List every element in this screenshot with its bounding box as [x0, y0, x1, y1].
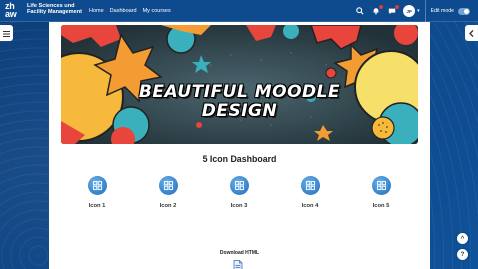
user-avatar[interactable]: JP — [403, 5, 416, 17]
nav-link-home[interactable]: Home — [89, 8, 104, 14]
grid-icon[interactable] — [158, 176, 178, 195]
dashboard-tile-4[interactable]: Icon 4 — [285, 176, 335, 209]
logo-line-2: aw — [5, 9, 17, 19]
top-navbar: zh aw Life Sciences und Facility Managem… — [0, 0, 478, 22]
chevron-left-icon — [469, 24, 474, 42]
grid-icon[interactable] — [300, 176, 320, 195]
bell-icon[interactable] — [371, 5, 384, 16]
file-download-icon[interactable] — [233, 259, 243, 269]
list-icon — [3, 24, 10, 42]
question-icon: ? — [460, 251, 465, 258]
dashboard-tile-label[interactable]: Icon 5 — [356, 203, 406, 209]
messages-icon[interactable] — [387, 5, 400, 16]
dashboard-tile-label[interactable]: Icon 1 — [72, 203, 122, 209]
dashboard-tile-label[interactable]: Icon 4 — [285, 203, 335, 209]
chevron-up-icon: ^ — [460, 235, 465, 242]
institute-name[interactable]: Life Sciences und Facility Management — [27, 3, 87, 15]
navbar-divider — [424, 0, 426, 22]
dashboard-tile-2[interactable]: Icon 2 — [143, 176, 193, 209]
grid-icon[interactable] — [229, 176, 249, 195]
edit-mode-label: Edit mode — [430, 8, 454, 14]
navbar-right: JP ▾ Edit mode — [355, 0, 478, 22]
nav-link-dashboard[interactable]: Dashboard — [110, 8, 137, 14]
banner-title-line-1: BEAUTIFUL MOODLE — [138, 82, 341, 102]
dashboard-tile-label[interactable]: Icon 3 — [214, 203, 264, 209]
zhaw-logo[interactable]: zh aw — [5, 2, 25, 20]
edit-mode-toggle[interactable] — [458, 7, 470, 15]
chevron-down-icon[interactable]: ▾ — [417, 8, 420, 14]
notification-badge — [379, 5, 384, 9]
grid-icon[interactable] — [87, 176, 107, 195]
main-content: BEAUTIFUL MOODLE DESIGN 5 Icon Dashboard… — [49, 22, 430, 269]
messages-badge — [395, 5, 400, 9]
download-html-label: Download HTML — [219, 250, 260, 256]
banner-title-line-2: DESIGN — [201, 101, 278, 121]
dashboard-title: 5 Icon Dashboard — [202, 154, 277, 164]
banner-image: BEAUTIFUL MOODLE DESIGN — [61, 25, 418, 144]
nav-link-my-courses[interactable]: My courses — [143, 8, 171, 14]
banner-title: BEAUTIFUL MOODLE DESIGN — [61, 83, 418, 121]
dashboard-tile-label[interactable]: Icon 2 — [143, 203, 193, 209]
dashboard-tile-3[interactable]: Icon 3 — [214, 176, 264, 209]
grid-icon[interactable] — [371, 176, 391, 195]
open-block-drawer-button[interactable] — [465, 25, 478, 41]
primary-navigation: Home Dashboard My courses — [89, 8, 171, 14]
help-button[interactable]: ? — [457, 249, 468, 260]
dashboard-tile-5[interactable]: Icon 5 — [356, 176, 406, 209]
search-icon[interactable] — [355, 6, 365, 16]
dashboard-tile-1[interactable]: Icon 1 — [72, 176, 122, 209]
scroll-to-top-button[interactable]: ^ — [457, 233, 468, 244]
open-course-index-button[interactable] — [0, 25, 13, 41]
